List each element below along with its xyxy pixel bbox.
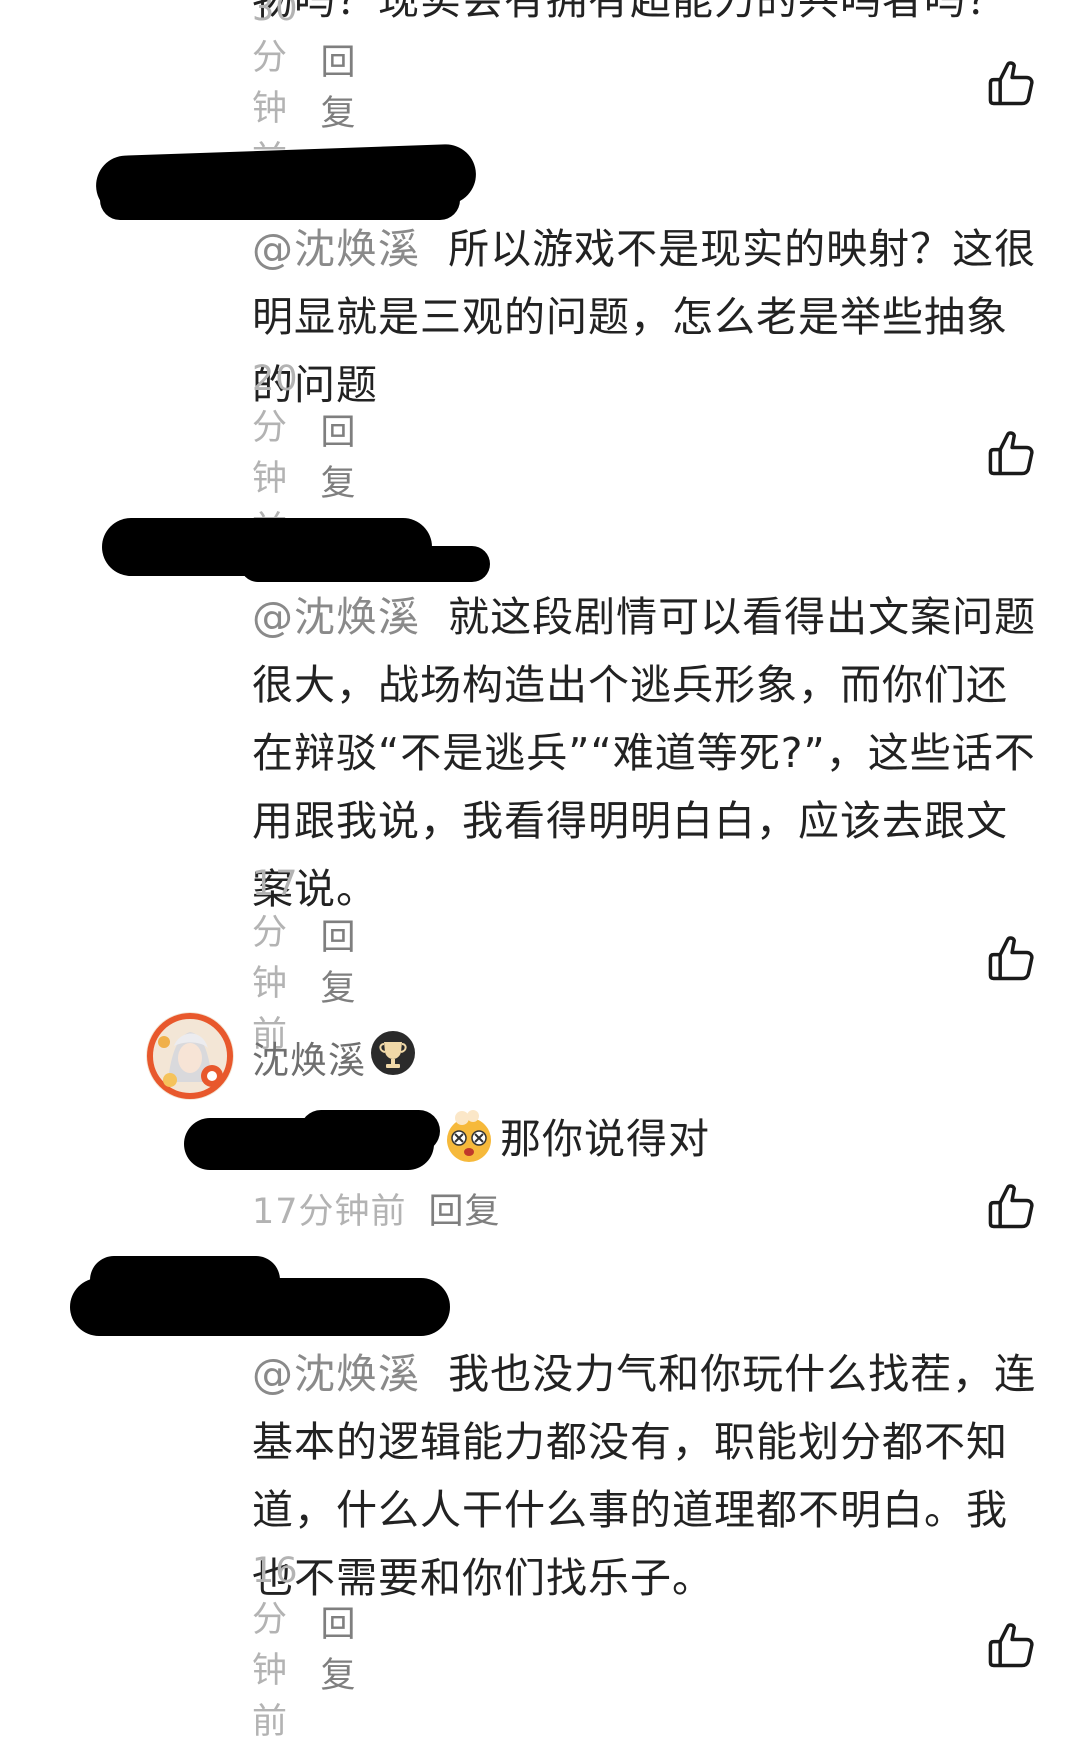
thumbs-up-icon[interactable] — [985, 428, 1037, 480]
comment-time: 16分钟前 — [252, 1550, 299, 1742]
mention[interactable]: @沈焕溪 — [252, 1350, 420, 1398]
reply-button[interactable]: 回复 — [321, 909, 357, 1011]
thumbs-up-icon[interactable] — [985, 1181, 1037, 1233]
reply-button[interactable]: 回复 — [321, 34, 357, 136]
comment-body: @沈焕溪 就这段剧情可以看得出文案问题很大，战场构造出个逃兵形象，而你们还在辩驳… — [252, 583, 1042, 923]
reply-button[interactable]: 回复 — [321, 404, 357, 506]
dizzy-face-emoji-icon — [447, 1110, 491, 1162]
redacted-username-stroke — [100, 180, 460, 220]
mention[interactable]: @沈焕溪 — [252, 225, 420, 273]
trophy-badge-icon — [371, 1031, 415, 1075]
avatar[interactable] — [146, 1012, 234, 1100]
comment-meta: 16分钟前 回复 — [252, 1551, 357, 1742]
comment-time: 17分钟前 — [252, 863, 299, 1055]
redacted-username-stroke — [90, 1256, 280, 1304]
thumbs-up-icon[interactable] — [985, 58, 1037, 110]
comment-meta: 20分钟前 回复 — [252, 359, 357, 550]
comment-body: @沈焕溪 所以游戏不是现实的映射？这很明显就是三观的问题，怎么老是举些抽象的问题 — [252, 215, 1042, 419]
username[interactable]: 沈焕溪 — [252, 1030, 366, 1084]
comment-text: 物吗？现实会有拥有超能力的共鸣者吗？ — [252, 0, 1008, 24]
thumbs-up-icon[interactable] — [985, 933, 1037, 985]
comment-body: @沈焕溪 我也没力气和你玩什么找茬，连基本的逻辑能力都没有，职能划分都不知道，什… — [252, 1340, 1042, 1612]
redacted-username-stroke — [240, 546, 490, 582]
reply-button[interactable]: 回复 — [429, 1183, 501, 1234]
comment-meta: 30分钟前 回复 — [252, 0, 357, 180]
comment-text: 就这段剧情可以看得出文案问题很大，战场构造出个逃兵形象，而你们还在辩驳“不是逃兵… — [252, 593, 1037, 913]
comment-time: 17分钟前 — [252, 1191, 407, 1232]
redacted-mention-stroke — [300, 1110, 440, 1152]
comment-meta: 17分钟前 回复 — [252, 1183, 501, 1233]
thumbs-up-icon[interactable] — [985, 1620, 1037, 1672]
comment-text: 那你说得对 — [500, 1115, 710, 1163]
mention[interactable]: @沈焕溪 — [252, 593, 420, 641]
comment-meta: 17分钟前 回复 — [252, 864, 357, 1055]
